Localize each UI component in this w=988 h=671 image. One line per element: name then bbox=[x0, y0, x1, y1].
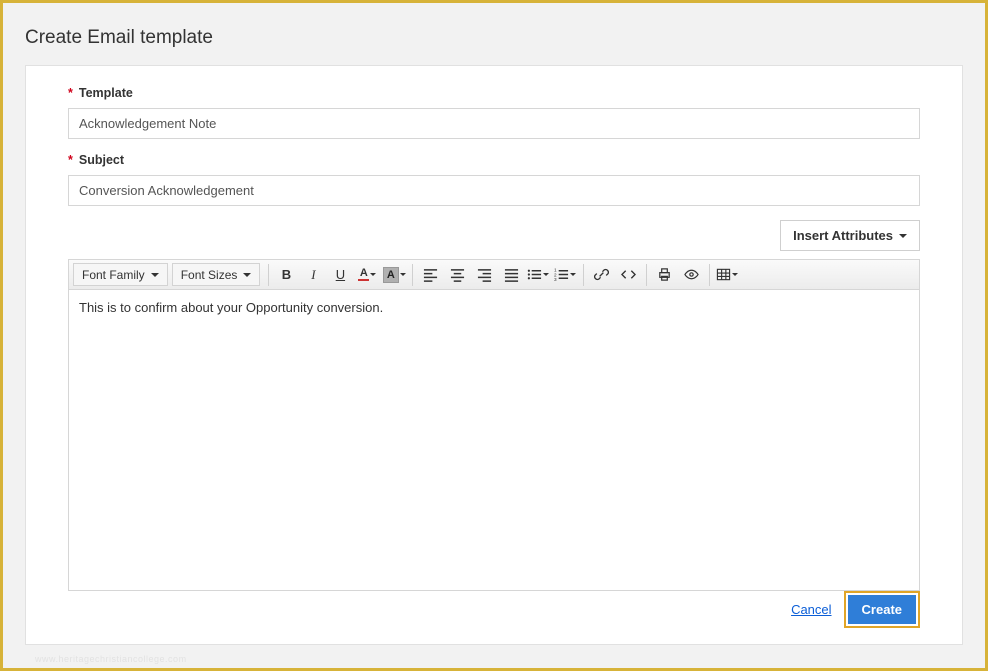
toolbar-separator bbox=[583, 264, 584, 286]
align-center-button[interactable] bbox=[444, 263, 470, 286]
template-field: * Template bbox=[68, 86, 920, 139]
italic-button[interactable]: I bbox=[300, 263, 326, 286]
toolbar-separator bbox=[709, 264, 710, 286]
align-justify-icon bbox=[504, 267, 519, 282]
chevron-down-icon bbox=[243, 273, 251, 277]
code-icon bbox=[621, 267, 636, 282]
subject-label-row: * Subject bbox=[68, 153, 920, 167]
footer-actions: Cancel Create bbox=[791, 591, 920, 628]
toolbar-separator bbox=[268, 264, 269, 286]
table-button[interactable] bbox=[714, 263, 740, 286]
insert-attributes-button[interactable]: Insert Attributes bbox=[780, 220, 920, 251]
insert-link-button[interactable] bbox=[588, 263, 614, 286]
font-family-label: Font Family bbox=[82, 268, 145, 282]
table-icon bbox=[716, 267, 731, 282]
subject-input[interactable] bbox=[68, 175, 920, 206]
create-button-highlight: Create bbox=[844, 591, 920, 628]
chevron-down-icon bbox=[370, 273, 376, 276]
align-right-button[interactable] bbox=[471, 263, 497, 286]
cancel-link[interactable]: Cancel bbox=[791, 602, 831, 617]
align-justify-button[interactable] bbox=[498, 263, 524, 286]
font-size-label: Font Sizes bbox=[181, 268, 238, 282]
numbered-list-button[interactable]: 123 bbox=[552, 263, 578, 286]
chevron-down-icon bbox=[899, 234, 907, 238]
chevron-down-icon bbox=[732, 273, 738, 276]
background-color-button[interactable]: A bbox=[381, 263, 407, 286]
template-label-row: * Template bbox=[68, 86, 920, 100]
font-family-dropdown[interactable]: Font Family bbox=[73, 263, 168, 286]
watermark: www.heritagechristiancollege.com bbox=[35, 654, 187, 664]
eye-icon bbox=[684, 267, 699, 282]
align-center-icon bbox=[450, 267, 465, 282]
chevron-down-icon bbox=[400, 273, 406, 276]
insert-attributes-row: Insert Attributes bbox=[68, 220, 920, 251]
editor-toolbar: Font Family Font Sizes B I U A bbox=[69, 260, 919, 290]
bullet-list-button[interactable] bbox=[525, 263, 551, 286]
subject-field: * Subject bbox=[68, 153, 920, 206]
numbered-list-icon: 123 bbox=[554, 267, 569, 282]
preview-button[interactable] bbox=[678, 263, 704, 286]
font-size-dropdown[interactable]: Font Sizes bbox=[172, 263, 261, 286]
text-color-icon: A bbox=[358, 268, 369, 281]
background-color-icon: A bbox=[383, 267, 399, 283]
create-button[interactable]: Create bbox=[848, 595, 916, 624]
code-view-button[interactable] bbox=[615, 263, 641, 286]
align-left-icon bbox=[423, 267, 438, 282]
insert-attributes-label: Insert Attributes bbox=[793, 228, 893, 243]
bullet-list-icon bbox=[527, 267, 542, 282]
bold-button[interactable]: B bbox=[273, 263, 299, 286]
chevron-down-icon bbox=[570, 273, 576, 276]
required-mark: * bbox=[68, 153, 73, 167]
svg-text:3: 3 bbox=[554, 277, 557, 282]
print-button[interactable] bbox=[651, 263, 677, 286]
chevron-down-icon bbox=[151, 273, 159, 277]
template-input[interactable] bbox=[68, 108, 920, 139]
align-right-icon bbox=[477, 267, 492, 282]
subject-label: Subject bbox=[79, 153, 124, 167]
print-icon bbox=[657, 267, 672, 282]
link-icon bbox=[594, 267, 609, 282]
chevron-down-icon bbox=[543, 273, 549, 276]
template-label: Template bbox=[79, 86, 133, 100]
text-color-button[interactable]: A bbox=[354, 263, 380, 286]
toolbar-separator bbox=[646, 264, 647, 286]
align-left-button[interactable] bbox=[417, 263, 443, 286]
underline-button[interactable]: U bbox=[327, 263, 353, 286]
rich-text-editor: Font Family Font Sizes B I U A bbox=[68, 259, 920, 591]
toolbar-separator bbox=[412, 264, 413, 286]
page-title: Create Email template bbox=[25, 27, 963, 49]
editor-body[interactable]: This is to confirm about your Opportunit… bbox=[69, 290, 919, 590]
required-mark: * bbox=[68, 86, 73, 100]
form-card: * Template * Subject Insert Attributes F… bbox=[25, 65, 963, 645]
